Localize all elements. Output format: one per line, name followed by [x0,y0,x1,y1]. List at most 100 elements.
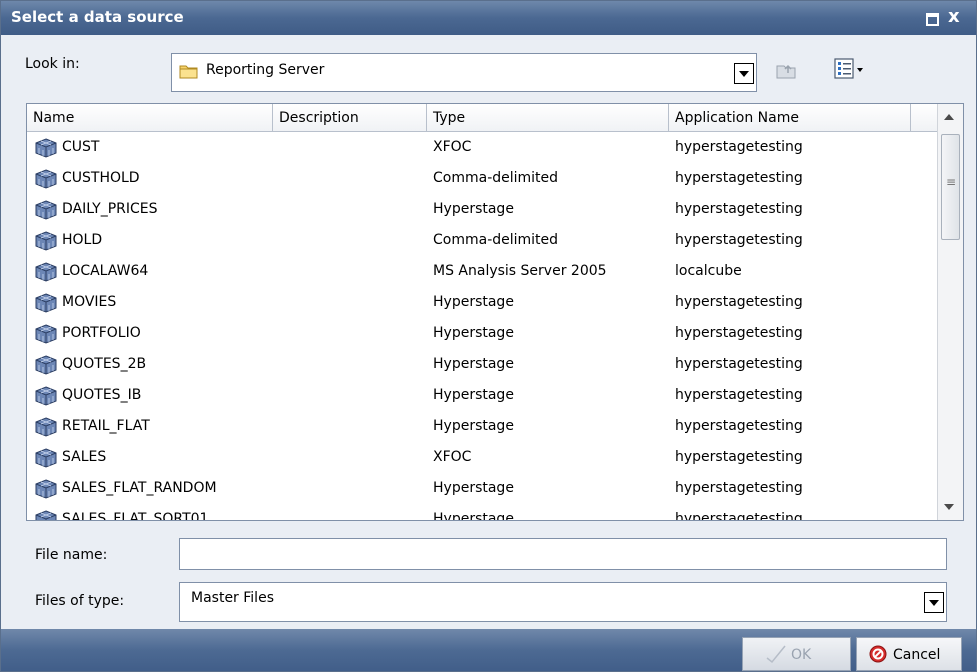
row-type: Hyperstage [433,418,514,434]
row-name: QUOTES_2B [62,356,147,372]
scroll-down-arrow-icon[interactable] [944,504,954,510]
column-header-type[interactable]: Type [427,104,669,132]
row-type: Comma-delimited [433,170,559,186]
row-name: SALES [62,449,107,465]
look-in-combobox[interactable]: Reporting Server [171,53,757,92]
row-application-name: hyperstagetesting [675,201,803,217]
row-application-name: hyperstagetesting [675,511,803,521]
cube-icon [34,169,58,189]
table-row[interactable]: MOVIES Hyperstage hyperstagetesting [27,288,937,319]
cube-icon [34,510,58,520]
row-type: Comma-delimited [433,232,559,248]
row-type: Hyperstage [433,480,514,496]
row-application-name: hyperstagetesting [675,480,803,496]
cube-icon [34,231,58,251]
row-type: Hyperstage [433,387,514,403]
list-body: CUST XFOC hyperstagetesting CUSTHOLD Comma-d… [27,133,937,521]
cube-icon [34,262,58,282]
scroll-thumb[interactable] [941,134,960,240]
row-application-name: hyperstagetesting [675,356,803,372]
data-source-list[interactable]: Name Description Type Application Name C… [26,103,964,521]
cancel-icon [869,645,887,663]
cube-icon [34,293,58,313]
row-type: Hyperstage [433,294,514,310]
row-type: Hyperstage [433,201,514,217]
row-name: SALES_FLAT_RANDOM [62,480,217,496]
table-row[interactable]: DAILY_PRICES Hyperstage hyperstagetesting [27,195,937,226]
cube-icon [34,479,58,499]
row-type: Hyperstage [433,325,514,341]
row-application-name: localcube [675,263,742,279]
row-name: MOVIES [62,294,117,310]
select-data-source-dialog: Select a data source x Look in: Reportin… [0,0,977,672]
table-row[interactable]: QUOTES_2B Hyperstage hyperstagetesting [27,350,937,381]
cube-icon [34,355,58,375]
row-type: Hyperstage [433,356,514,372]
row-name: LOCALAW64 [62,263,149,279]
table-row[interactable]: QUOTES_IB Hyperstage hyperstagetesting [27,381,937,412]
close-icon[interactable]: x [948,6,960,27]
row-name: CUSTHOLD [62,170,140,186]
table-row[interactable]: RETAIL_FLAT Hyperstage hyperstagetesting [27,412,937,443]
row-name: QUOTES_IB [62,387,142,403]
row-type: Hyperstage [433,511,514,521]
dialog-title: Select a data source [11,8,184,26]
row-application-name: hyperstagetesting [675,232,803,248]
table-row[interactable]: HOLD Comma-delimited hyperstagetesting [27,226,937,257]
maximize-icon[interactable] [926,13,939,26]
file-name-input[interactable] [179,538,947,570]
row-name: RETAIL_FLAT [62,418,150,434]
row-name: SALES_FLAT_SORT01 [62,511,209,521]
ok-button-label: OK [791,647,812,663]
row-type: XFOC [433,449,472,465]
look-in-value: Reporting Server [206,62,325,78]
cube-icon [34,417,58,437]
files-of-type-label: Files of type: [35,593,125,609]
table-row[interactable]: CUSTHOLD Comma-delimited hyperstagetesting [27,164,937,195]
cancel-button[interactable]: Cancel [856,637,962,671]
cube-icon [34,200,58,220]
scroll-up-arrow-icon[interactable] [944,114,954,120]
cube-icon [34,386,58,406]
look-in-label: Look in: [25,56,80,72]
title-bar[interactable]: Select a data source x [1,1,976,35]
row-name: CUST [62,139,100,155]
row-type: XFOC [433,139,472,155]
column-header-application-name[interactable]: Application Name [669,104,911,132]
cube-icon [34,448,58,468]
ok-button[interactable]: OK [742,637,851,671]
row-application-name: hyperstagetesting [675,418,803,434]
row-application-name: hyperstagetesting [675,294,803,310]
files-of-type-value: Master Files [191,590,274,606]
row-name: HOLD [62,232,103,248]
row-application-name: hyperstagetesting [675,387,803,403]
cube-icon [34,324,58,344]
row-application-name: hyperstagetesting [675,449,803,465]
files-of-type-combobox[interactable]: Master Files [179,582,947,622]
vertical-scrollbar[interactable] [937,104,963,520]
file-name-label: File name: [35,547,108,563]
column-header-description[interactable]: Description [273,104,427,132]
chevron-down-icon[interactable] [734,63,754,84]
table-row[interactable]: SALES_FLAT_SORT01 Hyperstage hyperstagetes… [27,505,937,521]
row-application-name: hyperstagetesting [675,139,803,155]
table-row[interactable]: SALES_FLAT_RANDOM Hyperstage hyperstagetes… [27,474,937,505]
cube-icon [34,138,58,158]
row-name: PORTFOLIO [62,325,141,341]
table-row[interactable]: PORTFOLIO Hyperstage hyperstagetesting [27,319,937,350]
table-row[interactable]: LOCALAW64 MS Analysis Server 2005 localcub… [27,257,937,288]
row-name: DAILY_PRICES [62,201,158,217]
column-header-name[interactable]: Name [27,104,273,132]
cancel-button-label: Cancel [893,647,941,663]
table-row[interactable]: SALES XFOC hyperstagetesting [27,443,937,474]
list-header: Name Description Type Application Name [27,104,937,132]
table-row[interactable]: CUST XFOC hyperstagetesting [27,133,937,164]
up-folder-icon[interactable] [775,59,797,81]
checkmark-icon [766,645,786,664]
row-application-name: hyperstagetesting [675,170,803,186]
row-type: MS Analysis Server 2005 [433,263,607,279]
row-application-name: hyperstagetesting [675,325,803,341]
view-menu-icon[interactable] [833,57,877,81]
chevron-down-icon[interactable] [924,592,944,613]
folder-icon [179,65,198,79]
